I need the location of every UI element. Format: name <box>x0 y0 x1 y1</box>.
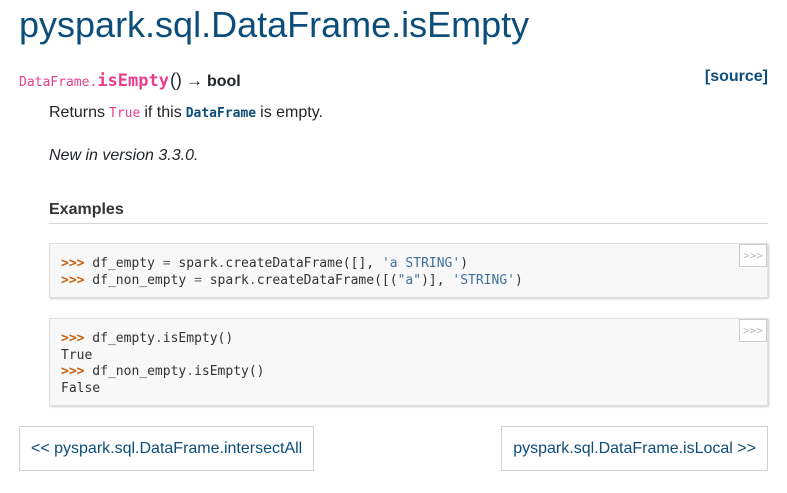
code-string: 'a STRING' <box>381 256 461 271</box>
code-text: df_non_empty <box>84 364 187 379</box>
source-link[interactable]: [source] <box>705 68 768 86</box>
code-text: createDataFrame([], <box>225 256 382 271</box>
code-true: True <box>109 106 141 121</box>
description-before: Returns <box>49 104 106 121</box>
description-after: is empty. <box>260 104 323 121</box>
page-title: pyspark.sql.DataFrame.isEmpty <box>19 4 530 45</box>
code-prompt: >>> <box>61 256 85 271</box>
code-text: df_empty <box>84 256 163 271</box>
description: Returns True if this DataFrame is empty. <box>49 104 323 122</box>
code-block-2: >>> df_empty.isEmpty() True >>> df_non_e… <box>49 318 768 406</box>
return-arrow: → <box>185 71 203 90</box>
code-text: isEmpty() <box>162 331 234 346</box>
code-prompt: >>> <box>61 272 85 288</box>
copy-button[interactable]: >>> <box>739 319 767 342</box>
signature-prefix: DataFrame. <box>19 75 98 90</box>
signature-parens: () <box>169 70 182 90</box>
dataframe-link[interactable]: DataFrame <box>186 106 256 121</box>
code-content[interactable]: >>> df_empty.isEmpty() True >>> df_non_e… <box>50 319 767 397</box>
code-text: )], <box>421 272 453 288</box>
code-output: True <box>61 347 93 363</box>
description-middle: if this <box>144 104 182 121</box>
code-block-1: >>> df_empty = spark.createDataFrame([],… <box>49 243 768 298</box>
next-page-button[interactable]: pyspark.sql.DataFrame.isLocal >> <box>501 426 768 471</box>
code-text: createDataFrame([( <box>256 272 398 288</box>
code-operator: . <box>186 364 195 379</box>
code-text: spark <box>201 272 249 288</box>
code-content[interactable]: >>> df_empty = spark.createDataFrame([],… <box>50 244 767 289</box>
prev-page-button[interactable]: << pyspark.sql.DataFrame.intersectAll <box>19 426 315 471</box>
version-added: New in version 3.3.0. <box>49 147 199 164</box>
examples-heading: Examples <box>49 201 768 224</box>
code-text: spark <box>170 256 218 271</box>
code-string: 'STRING' <box>452 272 515 288</box>
function-signature: DataFrame. isEmpty () → bool <box>19 70 241 94</box>
code-operator: . <box>154 331 163 346</box>
code-text: ) <box>515 272 523 288</box>
code-output: False <box>61 380 101 396</box>
code-text: ) <box>460 256 469 271</box>
code-text: isEmpty() <box>194 364 265 379</box>
code-operator: = <box>194 272 202 288</box>
code-string: "a" <box>397 272 422 288</box>
code-text: df_non_empty <box>84 272 195 288</box>
code-text: df_empty <box>84 331 155 346</box>
code-operator: = <box>162 256 171 271</box>
copy-button[interactable]: >>> <box>739 244 767 267</box>
code-operator: . <box>248 272 257 288</box>
return-type: bool <box>206 73 241 90</box>
signature-name: isEmpty <box>97 71 169 91</box>
code-prompt: >>> <box>61 331 85 346</box>
code-prompt: >>> <box>61 364 85 379</box>
